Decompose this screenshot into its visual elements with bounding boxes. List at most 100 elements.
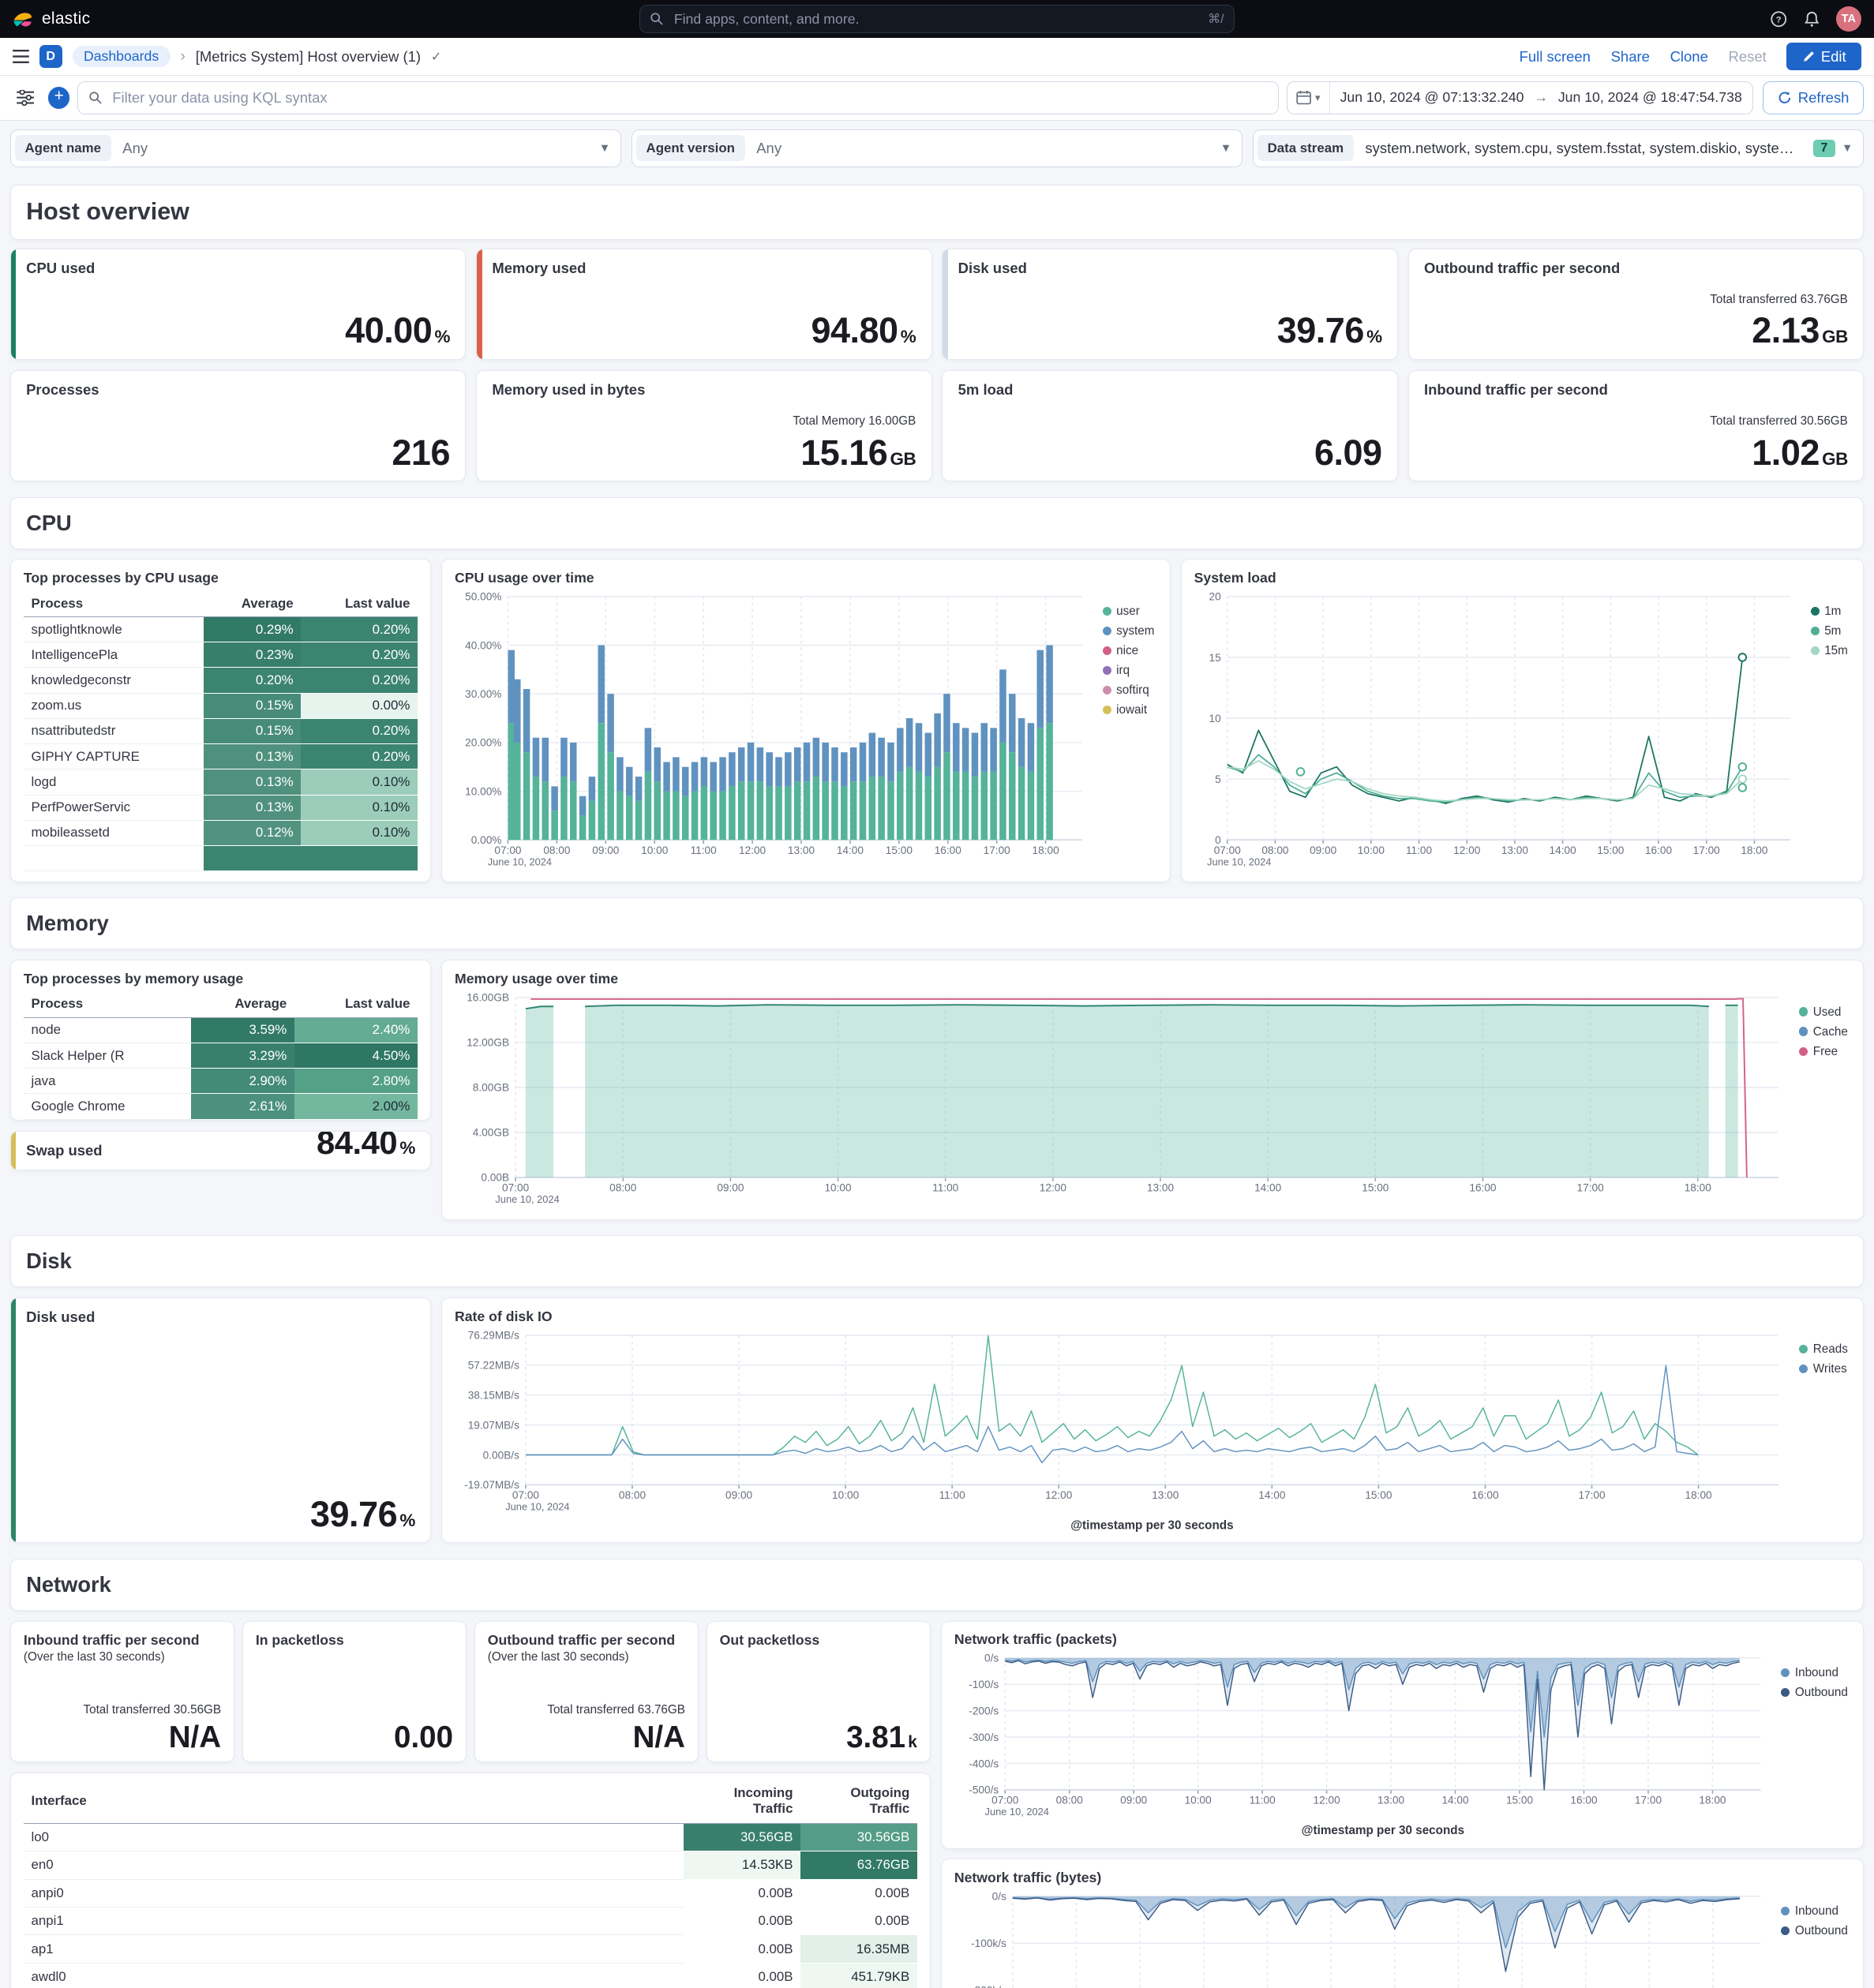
notifications-bell-icon[interactable] <box>1803 10 1820 28</box>
legend-item-inbound[interactable]: Inbound <box>1781 1666 1848 1679</box>
dashboard-app-badge[interactable]: D <box>39 45 62 69</box>
legend-item-softirq[interactable]: softirq <box>1102 683 1155 697</box>
system-load-chart-panel: System load 0 5 10 15 20 07:00 June 10, 2024 08… <box>1180 559 1865 883</box>
legend-dot <box>1102 665 1111 675</box>
control-agent-name[interactable]: Agent name Any ▼ <box>9 129 622 167</box>
legend-item-15m[interactable]: 15m <box>1810 644 1848 657</box>
svg-text:-200/s: -200/s <box>969 1705 999 1717</box>
interface-name-cell: en0 <box>23 1851 684 1880</box>
share-link[interactable]: Share <box>1611 48 1650 66</box>
column-header-outgoing-traffic[interactable]: Outgoing Traffic <box>800 1778 917 1824</box>
legend-item-iowait[interactable]: iowait <box>1102 703 1155 717</box>
date-range-picker: ▾ Jun 10, 2024 @ 07:13:32.240 → Jun 10, … <box>1286 81 1753 114</box>
full-screen-link[interactable]: Full screen <box>1520 48 1591 66</box>
column-header-average[interactable]: Average <box>203 590 302 617</box>
column-header-process[interactable]: Process <box>23 990 192 1018</box>
metric-number: 6.09 <box>1314 432 1382 473</box>
column-header-process[interactable]: Process <box>23 590 204 617</box>
svg-text:June 10, 2024: June 10, 2024 <box>1207 856 1271 868</box>
add-filter-icon[interactable]: + <box>48 87 70 109</box>
elastic-wordmark: elastic <box>41 9 91 28</box>
control-label: Agent version <box>635 135 745 162</box>
network-bytes-chart-panel: Network traffic (bytes) 0/s-100k/s-200k/… <box>940 1859 1865 1988</box>
calendar-icon[interactable]: ▾ <box>1287 82 1330 114</box>
edit-button[interactable]: Edit <box>1786 43 1861 71</box>
metric-card-memory-used: Memory used 94.80% <box>476 248 932 361</box>
column-header-last-value[interactable]: Last value <box>294 990 418 1018</box>
legend-item-used[interactable]: Used <box>1799 1005 1848 1019</box>
svg-text:11:00: 11:00 <box>932 1182 959 1194</box>
legend-item-system[interactable]: system <box>1102 624 1154 638</box>
metric-unit: k <box>908 1733 917 1752</box>
metric-title: Memory used <box>492 259 587 276</box>
metric-title: Out packetloss <box>719 1632 820 1649</box>
process-name-cell: logd <box>23 769 204 796</box>
column-header-incoming-traffic[interactable]: Incoming Traffic <box>684 1778 801 1824</box>
legend-item-outbound[interactable]: Outbound <box>1781 1686 1848 1699</box>
svg-text:07:00: 07:00 <box>494 844 522 856</box>
svg-text:June 10, 2024: June 10, 2024 <box>984 1806 1048 1818</box>
page-title: Host overview <box>26 198 189 226</box>
table-row: nsattributedstr 0.15% 0.20% <box>23 718 418 745</box>
heat-value-cell: 0.10% <box>301 769 418 796</box>
legend-item-nice[interactable]: nice <box>1102 643 1155 657</box>
legend-item-cache[interactable]: Cache <box>1799 1025 1848 1039</box>
legend-item-1m[interactable]: 1m <box>1810 605 1848 618</box>
heat-value-cell: 0.00B <box>800 1879 917 1908</box>
date-range-start[interactable]: Jun 10, 2024 @ 07:13:32.240 <box>1330 89 1535 106</box>
control-data-stream[interactable]: Data stream system.network, system.cpu, … <box>1252 129 1865 167</box>
global-search-input[interactable] <box>671 9 1201 29</box>
metric-unit: % <box>434 327 451 347</box>
legend-item-reads[interactable]: Reads <box>1799 1342 1848 1356</box>
svg-text:?: ? <box>1776 15 1782 24</box>
reset-link[interactable]: Reset <box>1729 48 1767 66</box>
metric-subtitle: (Over the last 30 seconds) <box>23 1650 165 1664</box>
help-icon[interactable]: ? <box>1770 10 1787 28</box>
kql-query-bar[interactable] <box>77 81 1280 114</box>
table-row: anpi0 0.00B 0.00B <box>23 1879 917 1908</box>
legend-label: nice <box>1116 643 1139 657</box>
breadcrumb-check-icon[interactable]: ✓ <box>431 49 441 65</box>
legend-label: 5m <box>1824 623 1842 638</box>
legend-item-free[interactable]: Free <box>1799 1045 1848 1058</box>
legend-dot <box>1102 606 1111 616</box>
elastic-logo[interactable] <box>13 9 33 29</box>
metric-card-cpu-used: CPU used 40.00% <box>9 248 467 361</box>
legend-item-outbound[interactable]: Outbound <box>1781 1924 1848 1937</box>
svg-text:11:00: 11:00 <box>1249 1795 1276 1806</box>
menu-hamburger-icon[interactable] <box>13 49 29 64</box>
global-search[interactable]: ⌘/ <box>639 5 1235 33</box>
date-range-end[interactable]: Jun 10, 2024 @ 18:47:54.738 <box>1548 89 1752 106</box>
filter-options-icon[interactable] <box>10 83 41 114</box>
table-row: anpi1 0.00B 0.00B <box>23 1907 917 1936</box>
memory-usage-chart: 0.00B4.00GB8.00GB12.00GB16.00GB07:00June… <box>467 992 1778 1205</box>
section-title: Network <box>26 1571 111 1597</box>
legend-label: Inbound <box>1794 1665 1838 1679</box>
metric-title: Inbound traffic per second <box>23 1632 200 1649</box>
control-agent-version[interactable]: Agent version Any ▼ <box>631 129 1243 167</box>
legend-item-inbound[interactable]: Inbound <box>1781 1904 1848 1918</box>
net-packets-chart: 0/s-100/s-200/s-300/s-400/s-500/s07:00Ju… <box>969 1653 1761 1837</box>
svg-text:08:00: 08:00 <box>543 844 571 856</box>
metric-title: CPU used <box>26 259 96 276</box>
column-header-interface[interactable]: Interface <box>23 1778 684 1824</box>
legend-item-user[interactable]: user <box>1102 605 1155 618</box>
table-row: IntelligencePla 0.23% 0.20% <box>23 642 418 668</box>
column-header-average[interactable]: Average <box>191 990 294 1018</box>
refresh-button[interactable]: Refresh <box>1763 81 1865 114</box>
kql-query-input[interactable] <box>110 88 1269 108</box>
svg-text:76.29MB/s: 76.29MB/s <box>468 1329 519 1341</box>
heat-value-cell <box>301 845 418 872</box>
legend-item-5m[interactable]: 5m <box>1810 623 1848 638</box>
metric-unit: % <box>1366 327 1382 347</box>
column-header-last-value[interactable]: Last value <box>301 590 418 617</box>
heat-value-cell: 3.59% <box>191 1017 294 1043</box>
heat-value-cell: 2.40% <box>294 1017 418 1043</box>
heat-value-cell: 0.23% <box>203 642 302 668</box>
legend-item-irq[interactable]: irq <box>1102 664 1155 677</box>
legend-item-writes[interactable]: Writes <box>1799 1362 1848 1376</box>
user-avatar[interactable]: TA <box>1835 6 1861 32</box>
clone-link[interactable]: Clone <box>1670 48 1708 66</box>
breadcrumb-dashboards[interactable]: Dashboards <box>72 46 171 68</box>
metric-note: Total transferred 63.76GB <box>1710 292 1848 306</box>
